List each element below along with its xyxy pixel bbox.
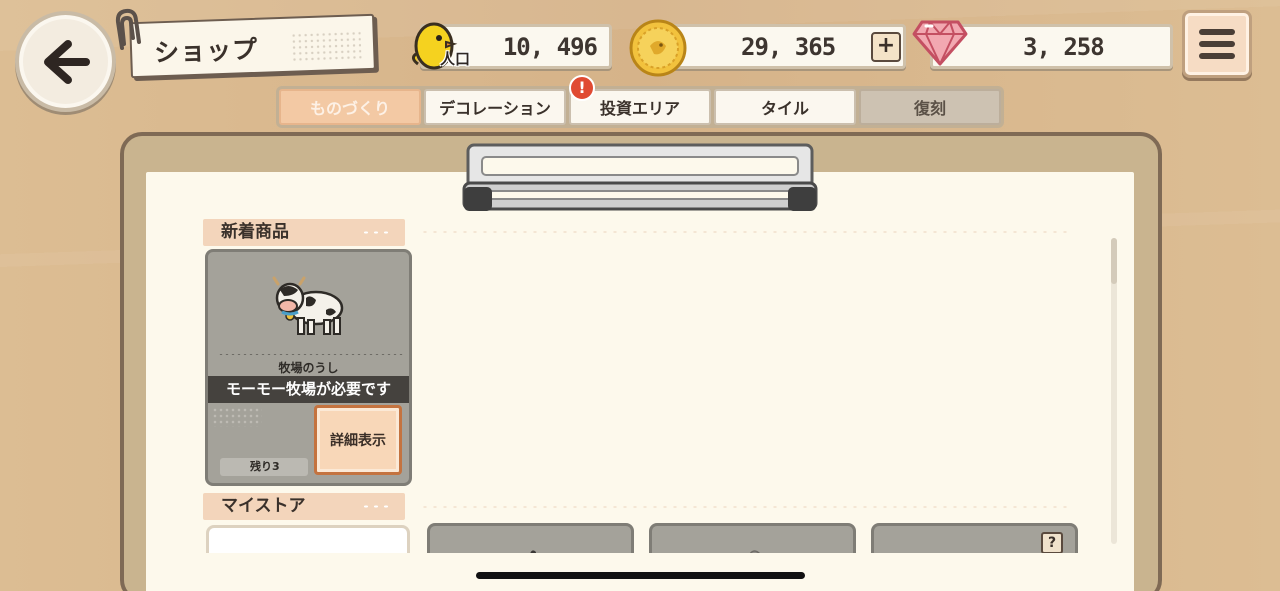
home-indicator[interactable] [476,572,805,579]
back-button[interactable] [15,11,116,112]
gem-value: 3, 258 [1023,33,1105,61]
card-dots-decoration [212,407,262,427]
title-dots-decoration [290,30,362,63]
scrollbar[interactable] [1111,238,1117,544]
detail-button[interactable]: 詳細表示 [314,405,402,475]
gem-icon [912,20,968,66]
coin-counter: 29, 365 [660,24,906,69]
cow-icon [272,276,344,335]
hamburger-icon [1199,29,1235,59]
scrollbar-thumb[interactable] [1111,238,1117,284]
coin-icon [629,19,687,77]
section-divider [420,230,1070,234]
page-title: ショップ [153,34,259,68]
tab-monozukuri[interactable]: ものづくり [279,89,421,125]
coin-value: 29, 365 [741,33,836,61]
alert-badge: ! [569,75,595,101]
category-tabs: ものづくり デコレーション 投資エリア タイル 復刻 [276,86,1004,128]
card-divider [218,353,403,356]
requirement-text: モーモー牧場が必要です [208,376,409,403]
buy-coins-button[interactable]: + [871,32,901,62]
unknown-item-badge: ? [1041,532,1063,554]
clipboard-clip-icon [462,143,818,211]
remaining-count: 残り3 [220,458,308,476]
page-title-plate: ショップ [129,13,376,79]
tab-tile[interactable]: タイル [714,89,856,125]
menu-button[interactable] [1182,10,1252,78]
section-new-items: 新着商品 [203,219,405,246]
tab-reprint[interactable]: 復刻 [859,89,1001,125]
section-my-store: マイストア [203,493,405,520]
population-label: 人口 [440,50,471,68]
product-card[interactable]: 牧場のうし モーモー牧場が必要です 残り3 詳細表示 [205,249,412,486]
section-divider [420,505,1070,509]
arrow-left-icon [43,39,90,84]
tab-decoration[interactable]: デコレーション [424,89,566,125]
population-value: 10, 496 [502,33,598,61]
paperclip-icon [115,8,141,50]
product-name: 牧場のうし [278,361,339,375]
